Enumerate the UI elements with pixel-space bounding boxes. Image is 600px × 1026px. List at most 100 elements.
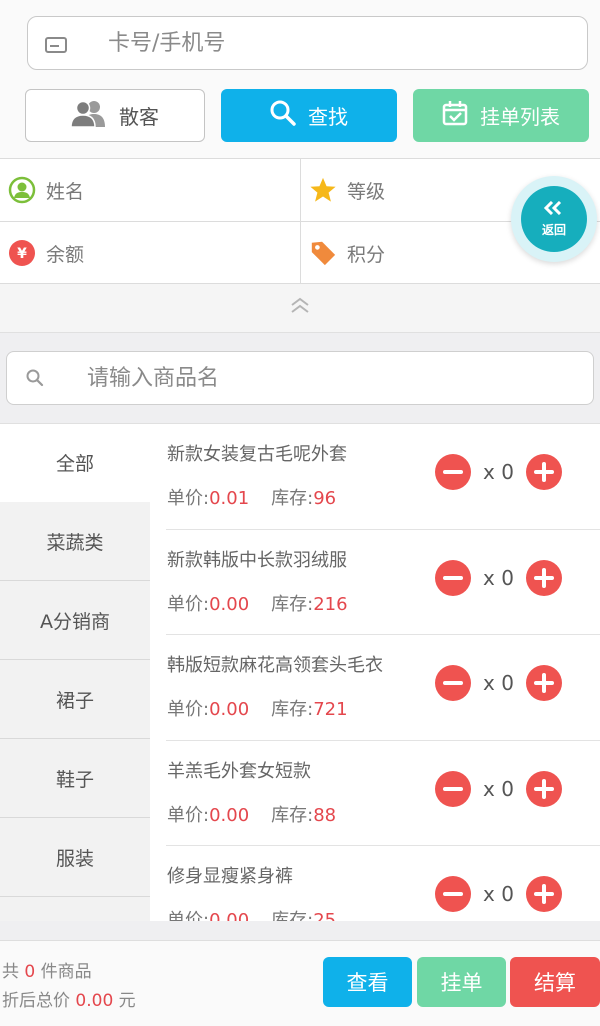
guest-button[interactable]: 散客 <box>25 89 205 142</box>
stock-label: 库存: <box>271 488 314 509</box>
category-label: 服装 <box>55 847 94 870</box>
category-item[interactable]: 裙子 <box>0 660 150 739</box>
product-search-input[interactable] <box>87 352 577 404</box>
minus-button[interactable] <box>435 559 471 596</box>
quantity-stepper: x 0 <box>435 876 562 912</box>
member-balance-label: 余额 <box>46 243 85 266</box>
plus-button[interactable] <box>526 665 562 701</box>
category-item[interactable]: A分销商 <box>0 581 150 660</box>
yuan-icon: ¥ <box>8 239 36 267</box>
category-label: 全部 <box>55 453 94 475</box>
search-icon <box>25 368 45 392</box>
member-search-box[interactable] <box>27 16 588 70</box>
product-name: 羊羔毛外套女短款 <box>167 760 311 782</box>
total-price-suffix: 元 <box>118 991 136 1011</box>
card-icon <box>45 37 67 53</box>
category-item[interactable]: 菜蔬类 <box>0 502 150 581</box>
quantity-value: x 0 <box>483 882 514 906</box>
view-cart-button[interactable]: 查看 <box>323 957 412 1007</box>
product-row[interactable]: 韩版短款麻花高领套头毛衣 单价:0.00 库存:721 x 0 <box>166 635 600 741</box>
plus-button[interactable] <box>526 454 562 490</box>
category-label: 鞋子 <box>55 768 94 791</box>
category-item[interactable]: 全部 <box>0 424 150 502</box>
plus-button[interactable] <box>526 559 562 596</box>
stock-value: 25 <box>313 910 337 921</box>
svg-text:¥: ¥ <box>17 246 27 262</box>
price-label: 单价: <box>167 593 210 615</box>
checkout-button[interactable]: 结算 <box>510 957 600 1007</box>
category-list: 全部 菜蔬类 A分销商 裙子 鞋子 服装 <box>0 424 150 921</box>
tag-icon <box>309 239 337 267</box>
checkout-bar: 共 0 件商品 折后总价 0.00 元 查看 挂单 结算 <box>0 940 600 1026</box>
stock-value: 88 <box>313 804 337 826</box>
product-row[interactable]: 新款韩版中长款羽绒服 单价:0.00 库存:216 x 0 <box>166 530 600 635</box>
price-value: 0.00 <box>209 593 250 615</box>
quantity-stepper: x 0 <box>435 770 562 807</box>
product-row[interactable]: 羊羔毛外套女短款 单价:0.00 库存:88 x 0 <box>166 741 600 846</box>
find-button[interactable]: 查找 <box>221 89 397 142</box>
stock-value: 96 <box>313 488 337 509</box>
price-value: 0.00 <box>209 804 250 826</box>
product-list: 新款女装复古毛呢外套 单价:0.01 库存:96 x 0 新款韩版中长款羽绒服 单… <box>150 424 600 921</box>
product-row[interactable]: 新款女装复古毛呢外套 单价:0.01 库存:96 x 0 <box>166 424 600 530</box>
stock-label: 库存: <box>271 804 314 826</box>
collapse-toggle[interactable] <box>0 284 600 333</box>
star-icon <box>309 176 337 204</box>
held-orders-button[interactable]: 挂单列表 <box>413 89 589 142</box>
stock-label: 库存: <box>271 699 314 720</box>
quantity-value: x 0 <box>483 671 514 695</box>
find-button-label: 查找 <box>308 105 348 129</box>
minus-button[interactable] <box>435 876 471 912</box>
hold-order-button[interactable]: 挂单 <box>417 957 506 1007</box>
quantity-stepper: x 0 <box>435 454 562 490</box>
stock-value: 721 <box>313 699 348 720</box>
back-button-label: 返回 <box>541 223 566 237</box>
price-label: 单价: <box>167 804 210 826</box>
user-icon <box>8 176 36 204</box>
price-value: 0.01 <box>209 488 250 509</box>
minus-button[interactable] <box>435 665 471 701</box>
product-name: 韩版短款麻花高领套头毛衣 <box>167 655 383 676</box>
price-value: 0.00 <box>209 910 250 921</box>
member-info-grid: 姓名 等级 ¥ 余额 积分 <box>0 158 600 284</box>
member-balance-field: ¥ 余额 <box>0 222 300 284</box>
product-row[interactable]: 修身显瘦紧身裤 单价:0.00 库存:25 x 0 <box>166 846 600 921</box>
member-level-label: 等级 <box>347 180 386 203</box>
member-panel: 散客 查找 挂单列表 <box>0 0 600 158</box>
item-count-suffix: 件商品 <box>40 962 92 982</box>
product-meta: 单价:0.01 库存:96 <box>167 484 336 510</box>
product-meta: 单价:0.00 库存:88 <box>167 801 336 827</box>
calendar-check-icon <box>442 100 468 131</box>
category-item[interactable]: 服装 <box>0 818 150 897</box>
quantity-value: x 0 <box>483 565 514 590</box>
chevron-up-double-icon <box>290 297 310 319</box>
category-item[interactable]: 鞋子 <box>0 739 150 818</box>
stock-value: 216 <box>313 593 348 615</box>
plus-button[interactable] <box>526 876 562 912</box>
price-label: 单价: <box>167 910 210 921</box>
back-button-face: 返回 <box>521 186 587 252</box>
item-count: 共 0 件商品 <box>2 957 92 982</box>
guest-button-label: 散客 <box>119 105 159 129</box>
stock-label: 库存: <box>271 593 314 615</box>
price-label: 单价: <box>167 699 210 720</box>
product-name: 新款韩版中长款羽绒服 <box>167 549 347 571</box>
category-label: 裙子 <box>55 689 94 712</box>
item-count-value: 0 <box>24 962 36 982</box>
held-orders-button-label: 挂单列表 <box>480 105 560 129</box>
member-search-input[interactable] <box>108 17 568 69</box>
product-name: 修身显瘦紧身裤 <box>167 866 293 887</box>
plus-button[interactable] <box>526 770 562 807</box>
minus-button[interactable] <box>435 454 471 490</box>
minus-button[interactable] <box>435 770 471 807</box>
product-search-box[interactable] <box>6 351 594 405</box>
member-points-label: 积分 <box>347 243 386 266</box>
total-price-prefix: 折后总价 <box>2 991 70 1011</box>
back-button[interactable]: 返回 <box>511 176 597 262</box>
category-label: A分销商 <box>40 610 110 633</box>
item-count-prefix: 共 <box>2 962 19 982</box>
product-meta: 单价:0.00 库存:25 <box>167 906 336 921</box>
users-icon <box>70 99 107 132</box>
price-label: 单价: <box>167 488 210 509</box>
member-name-label: 姓名 <box>46 180 85 203</box>
